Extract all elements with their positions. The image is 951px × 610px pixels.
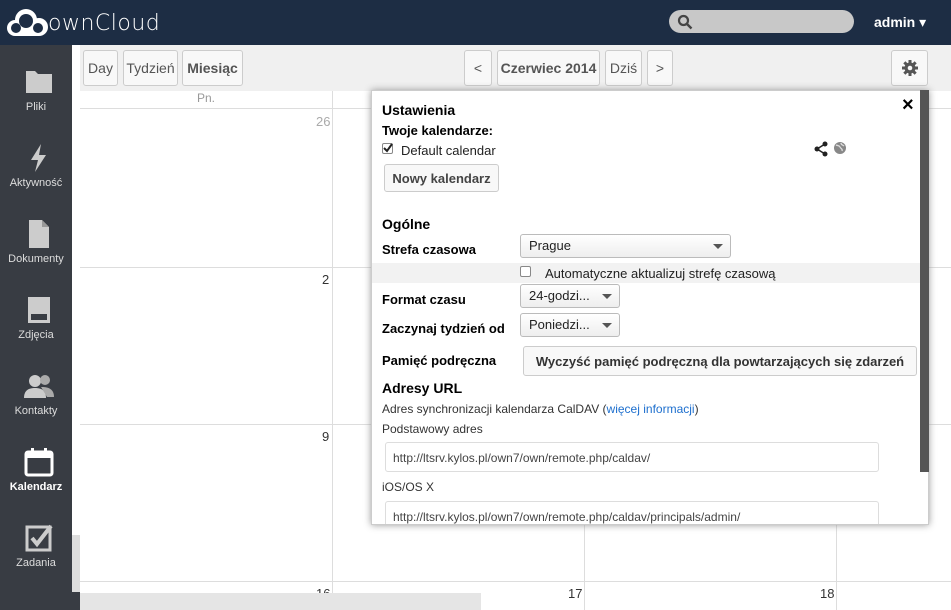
- next-button[interactable]: >: [647, 50, 673, 86]
- primary-address-label: Podstawowy adres: [382, 422, 483, 436]
- chevron-down-icon: [602, 294, 612, 299]
- share-icon[interactable]: [813, 141, 829, 157]
- day-cell-number[interactable]: 17: [568, 586, 582, 601]
- sidebar-item-label: Zadania: [16, 557, 56, 569]
- time-format-value: 24-godzi...: [529, 288, 590, 303]
- ios-address-label: iOS/OS X: [382, 480, 435, 494]
- auto-timezone-checkbox[interactable]: [520, 266, 531, 277]
- default-calendar-label: Default calendar: [401, 143, 496, 158]
- day-divider: [332, 91, 333, 610]
- week-start-select[interactable]: Poniedzi...: [520, 313, 620, 337]
- prev-button[interactable]: <: [464, 50, 492, 86]
- lightning-icon: [31, 144, 46, 172]
- check-icon: [383, 143, 393, 153]
- general-heading: Ogólne: [382, 216, 431, 232]
- picture-icon: [28, 297, 50, 323]
- timezone-label: Strefa czasowa: [382, 242, 476, 257]
- clear-cache-button[interactable]: Wyczyść pamięć podręczną dla powtarzając…: [523, 346, 917, 376]
- folder-icon: [26, 71, 52, 93]
- cache-label: Pamięć podręczna: [382, 353, 497, 368]
- time-format-label: Format czasu: [382, 292, 466, 307]
- sidebar-item-documents[interactable]: Dokumenty: [0, 207, 72, 283]
- checkbox-icon: [25, 524, 53, 552]
- default-calendar-checkbox[interactable]: [382, 143, 393, 154]
- timezone-select[interactable]: Prague: [520, 234, 731, 258]
- settings-scrollbar[interactable]: [920, 90, 929, 472]
- top-bar: ownCloud admin ▾: [0, 0, 951, 45]
- sidebar-item-activity[interactable]: Aktywność: [0, 131, 72, 207]
- day-cell-number[interactable]: 2: [322, 272, 329, 287]
- new-calendar-button[interactable]: Nowy kalendarz: [384, 164, 499, 192]
- contacts-icon: [24, 375, 54, 398]
- cloud-icon: [7, 9, 48, 36]
- auto-timezone-label: Automatyczne aktualizuj strefę czasową: [545, 266, 776, 281]
- document-icon: [29, 220, 49, 248]
- globe-icon[interactable]: [833, 141, 847, 155]
- month-view-button[interactable]: Miesiąc: [182, 50, 243, 86]
- time-format-select[interactable]: 24-godzi...: [520, 284, 620, 308]
- current-date-button[interactable]: Czerwiec 2014: [497, 50, 600, 86]
- week-divider: [80, 581, 951, 582]
- close-button[interactable]: ×: [902, 94, 914, 117]
- day-view-button[interactable]: Day: [83, 50, 118, 86]
- ios-address-field[interactable]: http://ltsrv.kylos.pl/own7/own/remote.ph…: [385, 501, 879, 524]
- bottom-bar: [80, 593, 481, 610]
- day-cell-number[interactable]: 18: [820, 586, 834, 601]
- week-start-label: Zaczynaj tydzień od: [382, 321, 505, 336]
- more-info-link[interactable]: więcej informacji: [607, 402, 695, 416]
- app-sidebar: Pliki Aktywność Dokumenty Zdjęcia Kontak…: [0, 45, 72, 610]
- sidebar-item-contacts[interactable]: Kontakty: [0, 359, 72, 435]
- timezone-value: Prague: [529, 238, 571, 253]
- sidebar-item-label: Pliki: [25, 101, 47, 113]
- sidebar-item-tasks[interactable]: Zadania: [0, 511, 72, 587]
- user-menu[interactable]: admin ▾: [874, 14, 926, 31]
- week-view-button[interactable]: Tydzień: [123, 50, 178, 86]
- settings-dialog: Ustawienia × Twoje kalendarze: Default c…: [371, 90, 929, 525]
- logo-text: ownCloud: [48, 10, 161, 36]
- sidebar-item-photos[interactable]: Zdjęcia: [0, 283, 72, 359]
- week-start-value: Poniedzi...: [529, 317, 590, 332]
- sidebar-item-label: Aktywność: [9, 177, 63, 189]
- sidebar-item-label: Kontakty: [14, 405, 58, 417]
- owncloud-logo[interactable]: ownCloud: [6, 6, 160, 40]
- search-icon: [677, 14, 693, 30]
- calendar-toolbar: Day Tydzień Miesiąc < Czerwiec 2014 Dziś…: [80, 45, 951, 91]
- sidebar-item-calendar[interactable]: Kalendarz: [0, 435, 72, 511]
- today-button[interactable]: Dziś: [605, 50, 642, 86]
- settings-button[interactable]: [891, 50, 928, 86]
- gear-icon: [901, 60, 918, 76]
- settings-title: Ustawienia: [382, 102, 456, 118]
- day-header-mon: Pn.: [80, 91, 332, 109]
- sidebar-item-label: Dokumenty: [8, 253, 64, 265]
- sidebar-item-label: Kalendarz: [9, 481, 63, 493]
- caldav-text: Adres synchronizacji kalendarza CalDAV (: [382, 402, 607, 416]
- sidebar-bottom: [0, 592, 80, 610]
- calendar-icon: [24, 448, 54, 477]
- your-calendars-label: Twoje kalendarze:: [382, 123, 494, 138]
- caldav-description: Adres synchronizacji kalendarza CalDAV (…: [382, 402, 699, 416]
- sidebar-scrollbar[interactable]: [72, 45, 80, 610]
- day-cell-number[interactable]: 26: [316, 114, 330, 129]
- chevron-down-icon: [713, 244, 723, 249]
- chevron-down-icon: [602, 323, 612, 328]
- sidebar-item-label: Zdjęcia: [18, 329, 54, 341]
- caldav-text-end: ): [694, 402, 699, 416]
- sidebar-item-files[interactable]: Pliki: [0, 55, 72, 131]
- urls-heading: Adresy URL: [382, 380, 463, 396]
- primary-address-field[interactable]: http://ltsrv.kylos.pl/own7/own/remote.ph…: [385, 442, 879, 472]
- day-cell-number[interactable]: 9: [322, 429, 329, 444]
- search-input[interactable]: [669, 10, 854, 33]
